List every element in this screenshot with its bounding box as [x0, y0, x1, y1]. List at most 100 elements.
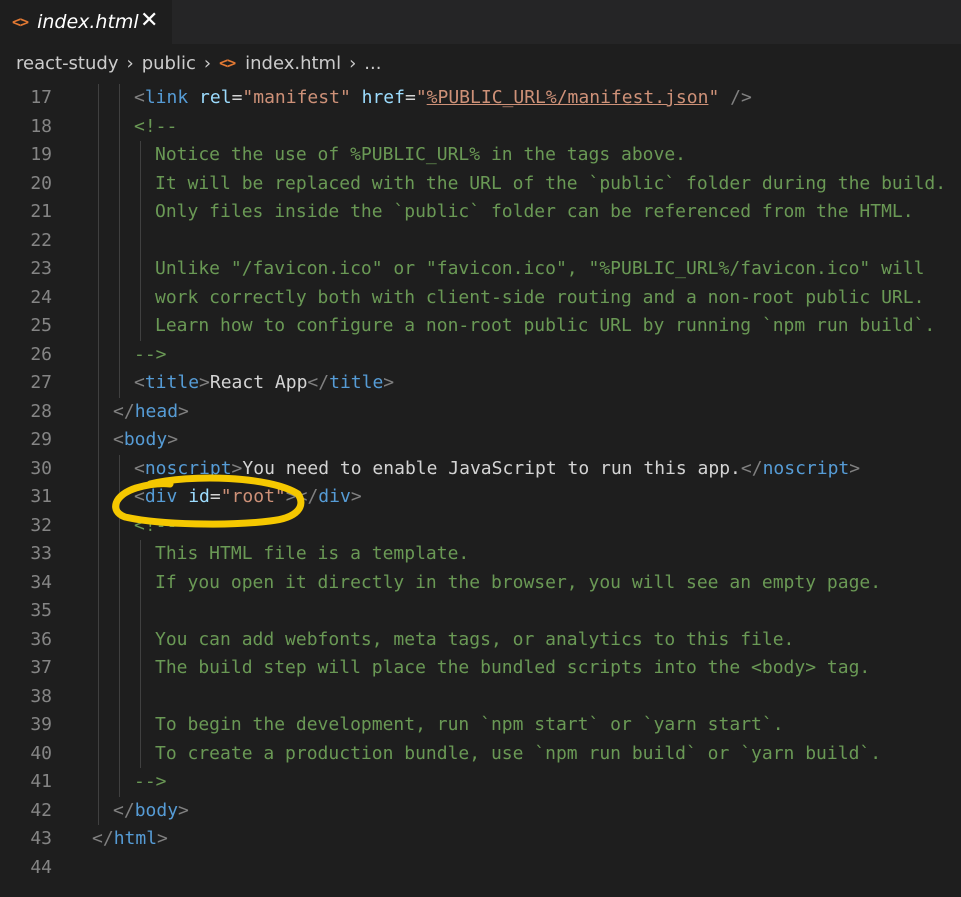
code-text: <!-- [134, 113, 177, 142]
code-line[interactable]: 33 This HTML file is a template. [0, 540, 961, 569]
indent-guide [119, 112, 120, 141]
code-token: < [134, 87, 145, 108]
code-text: --> [134, 341, 167, 370]
code-token: body [123, 429, 168, 450]
line-number: 20 [30, 172, 52, 194]
indent-guide [119, 768, 120, 797]
indent-guide [140, 625, 141, 654]
code-text: <link rel="manifest" href="%PUBLIC_URL%/… [134, 84, 752, 113]
code-line[interactable]: 30 <noscript>You need to enable JavaScrip… [0, 454, 961, 484]
code-text: You can add webfonts, meta tags, or anal… [155, 626, 794, 655]
code-token: > [285, 486, 297, 507]
code-line[interactable]: 40 To create a production bundle, use `np… [0, 739, 961, 768]
indent-guide [98, 454, 99, 483]
indent-guide [119, 141, 120, 170]
code-line[interactable]: 42 </body> [0, 796, 961, 825]
indent-guide [98, 84, 99, 113]
code-text: Notice the use of %PUBLIC_URL% in the ta… [155, 141, 686, 170]
indent-guide [119, 226, 120, 255]
code-line[interactable]: 31 <div id="root"></div> [0, 483, 961, 512]
line-number: 31 [30, 486, 52, 507]
indent-guide [119, 198, 120, 227]
line-number: 23 [30, 258, 52, 279]
code-token: < [134, 457, 145, 479]
code-token: = [231, 87, 243, 108]
tab-label: index.html [37, 11, 139, 33]
indent-guide [98, 397, 99, 426]
code-line[interactable]: 36 You can add webfonts, meta tags, or an… [0, 625, 961, 655]
code-token: div [144, 486, 178, 507]
line-number: 22 [30, 229, 52, 251]
code-line[interactable]: 26 --> [0, 340, 961, 370]
code-token: React App [209, 372, 308, 393]
code-token: You can add webfonts, meta tags, or anal… [155, 628, 795, 650]
code-line[interactable]: 19 Notice the use of %PUBLIC_URL% in the … [0, 141, 961, 170]
code-line[interactable]: 17 <link rel="manifest" href="%PUBLIC_URL… [0, 84, 961, 113]
breadcrumb-item-public[interactable]: public [142, 53, 196, 74]
code-line[interactable]: 32 <!-- [0, 511, 961, 540]
code-text: --> [134, 768, 167, 797]
code-line[interactable]: 27 <title>React App</title> [0, 369, 961, 398]
code-line[interactable]: 23 Unlike "/favicon.ico" or "favicon.ico"… [0, 255, 961, 284]
code-text: If you open it directly in the browser, … [155, 569, 881, 598]
code-line[interactable]: 21 Only files inside the `public` folder … [0, 198, 961, 227]
indent-guide [140, 739, 141, 768]
code-token: < [134, 486, 145, 507]
indent-guide [119, 625, 120, 654]
indent-guide [119, 312, 120, 341]
code-token: " [708, 87, 720, 108]
breadcrumb-item-index-html[interactable]: index.html [245, 53, 341, 74]
breadcrumb-item-react-study[interactable]: react-study [16, 53, 118, 74]
indent-guide [140, 711, 141, 740]
code-line[interactable]: 18 <!-- [0, 112, 961, 142]
code-text: </head> [113, 398, 189, 427]
code-line[interactable]: 28 </head> [0, 397, 961, 427]
code-line[interactable]: 38 [0, 682, 961, 711]
code-line[interactable]: 44 [0, 854, 961, 883]
code-token: </ [113, 799, 135, 821]
line-number: 35 [30, 600, 52, 621]
code-line[interactable]: 25 Learn how to configure a non-root publ… [0, 312, 961, 341]
code-text: <noscript>You need to enable JavaScript … [134, 455, 860, 484]
code-line[interactable]: 29 <body> [0, 426, 961, 455]
indent-guide [119, 483, 120, 512]
code-line[interactable]: 39 To begin the development, run `npm sta… [0, 711, 961, 740]
code-token: = [404, 87, 416, 108]
code-token: = [209, 486, 221, 507]
chevron-right-icon: › [203, 52, 212, 74]
line-number: 41 [30, 771, 52, 792]
code-token: html [113, 828, 158, 849]
indent-guide [119, 255, 120, 284]
indent-guide [119, 454, 120, 483]
indent-guide [140, 198, 141, 227]
indent-guide [98, 340, 99, 369]
code-editor[interactable]: 17 <link rel="manifest" href="%PUBLIC_URL… [0, 84, 961, 897]
code-line[interactable]: 34 If you open it directly in the browser… [0, 568, 961, 598]
indent-guide [119, 369, 120, 398]
code-token: Only files inside the `public` folder ca… [155, 201, 914, 222]
code-line[interactable]: 37 The build step will place the bundled … [0, 654, 961, 683]
code-line[interactable]: 35 [0, 597, 961, 626]
close-icon[interactable]: ✕ [140, 8, 158, 33]
code-token: < [134, 372, 145, 393]
breadcrumb-item-more[interactable]: ... [364, 53, 381, 74]
code-token: </ [307, 372, 330, 393]
indent-guide [119, 283, 120, 312]
code-line[interactable]: 41 --> [0, 768, 961, 797]
chevron-right-icon: › [126, 52, 134, 74]
line-number: 32 [30, 514, 52, 536]
code-line[interactable]: 22 [0, 226, 961, 255]
indent-guide [140, 682, 141, 711]
code-line[interactable]: 24 work correctly both with client-side r… [0, 283, 961, 312]
code-token: > [157, 828, 168, 849]
indent-guide [98, 511, 99, 540]
line-number: 43 [30, 828, 52, 849]
indent-guide [98, 597, 99, 626]
code-token: "manifest" [242, 87, 351, 108]
code-line[interactable]: 20 It will be replaced with the URL of th… [0, 169, 961, 198]
tab-index-html[interactable]: <> index.html ✕ [0, 0, 172, 44]
code-token: If you open it directly in the browser, … [155, 571, 882, 593]
code-token: div [318, 486, 351, 507]
code-line[interactable]: 43 </html> [0, 825, 961, 854]
